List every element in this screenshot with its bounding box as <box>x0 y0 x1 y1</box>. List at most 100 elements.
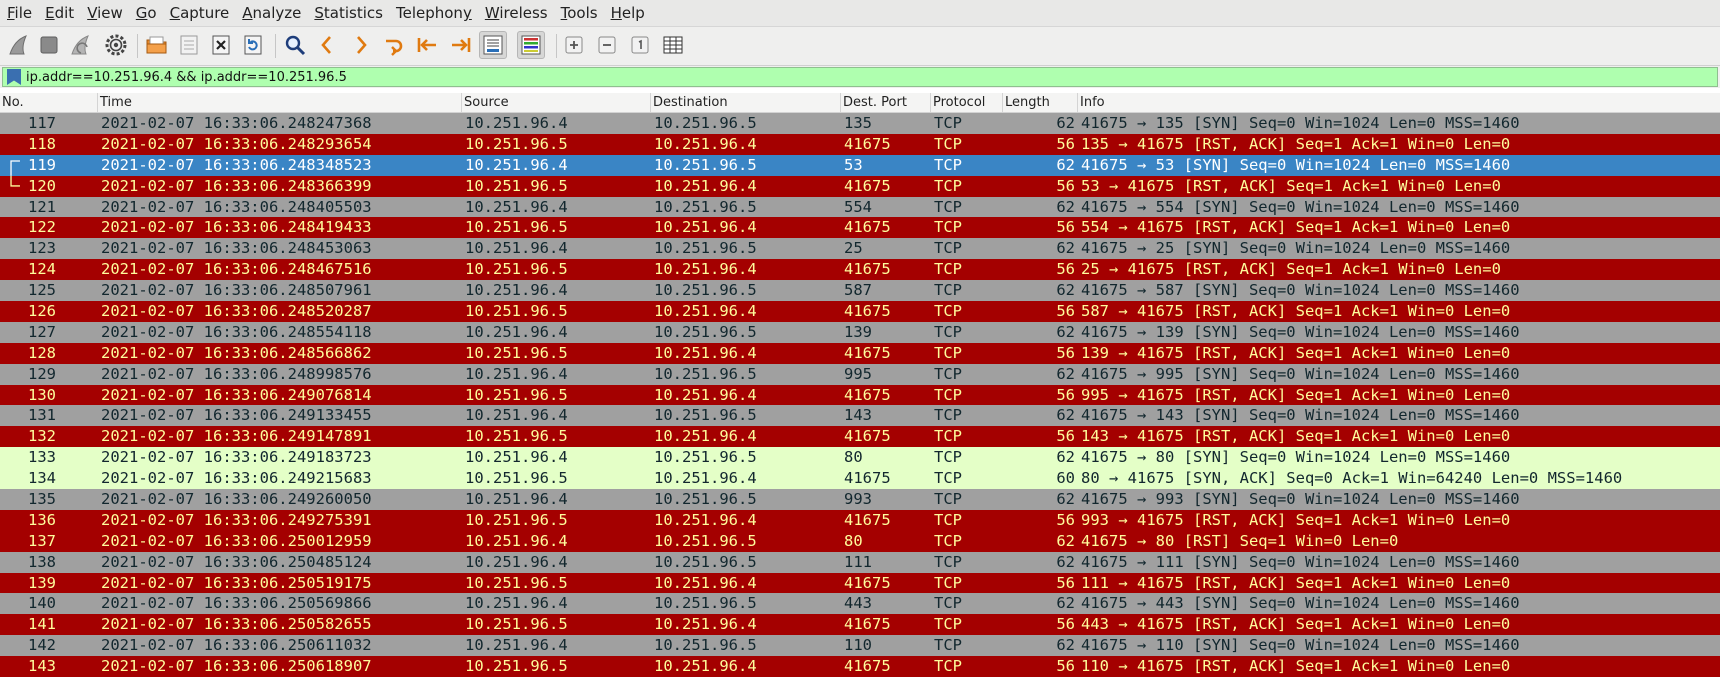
packet-protocol: TCP <box>934 281 962 300</box>
packet-length: 62 <box>1056 239 1075 258</box>
column-header-info[interactable]: Info <box>1078 93 1720 112</box>
packet-no: 131 <box>28 406 56 425</box>
packet-time: 2021-02-07 16:33:06.248348523 <box>101 155 372 174</box>
packet-row[interactable]: 125 2021-02-07 16:33:06.248507961 10.251.9… <box>0 280 1720 302</box>
packet-row[interactable]: 135 2021-02-07 16:33:06.249260050 10.251.9… <box>0 489 1720 510</box>
menu-tools[interactable]: Tools <box>554 0 604 26</box>
packet-protocol: TCP <box>934 114 962 132</box>
packet-row[interactable]: 119 2021-02-07 16:33:06.248348523 10.251.9… <box>0 154 1720 176</box>
packet-destination: 10.251.96.5 <box>654 155 757 174</box>
menu-statistics[interactable]: Statistics <box>307 0 389 26</box>
packet-row[interactable]: 117 2021-02-07 16:33:06.248247368 10.251.9… <box>0 113 1720 134</box>
packet-row[interactable]: 122 2021-02-07 16:33:06.248419433 10.251.9… <box>0 217 1720 239</box>
packet-row[interactable]: 128 2021-02-07 16:33:06.248566862 10.251.9… <box>0 342 1720 364</box>
packet-row[interactable]: 126 2021-02-07 16:33:06.248520287 10.251.9… <box>0 301 1720 322</box>
packet-time: 2021-02-07 16:33:06.248554118 <box>101 322 372 341</box>
column-header-protocol[interactable]: Protocol <box>931 93 1003 112</box>
close-file-icon[interactable] <box>207 31 235 59</box>
normal-size-icon[interactable] <box>626 31 654 59</box>
menu-analyze[interactable]: Analyze <box>235 0 307 26</box>
packet-row[interactable]: 141 2021-02-07 16:33:06.250582655 10.251.9… <box>0 614 1720 636</box>
shark-fin-start-icon[interactable] <box>5 31 33 59</box>
menu-capture[interactable]: Capture <box>163 0 236 26</box>
menu-wireless[interactable]: Wireless <box>478 0 554 26</box>
bookmark-icon[interactable] <box>7 69 21 85</box>
column-header-length[interactable]: Length <box>1003 93 1078 112</box>
packet-row[interactable]: 127 2021-02-07 16:33:06.248554118 10.251.9… <box>0 321 1720 343</box>
packet-dest-port: 41675 <box>844 510 891 529</box>
packet-time: 2021-02-07 16:33:06.249215683 <box>101 469 372 488</box>
packet-row[interactable]: 132 2021-02-07 16:33:06.249147891 10.251.9… <box>0 426 1720 448</box>
packet-source: 10.251.96.4 <box>465 490 568 509</box>
packet-row[interactable]: 130 2021-02-07 16:33:06.249076814 10.251.9… <box>0 384 1720 406</box>
open-folder-icon[interactable] <box>143 31 171 59</box>
display-filter-input[interactable]: ip.addr==10.251.96.4 && ip.addr==10.251.… <box>2 67 1718 87</box>
packet-protocol: TCP <box>934 385 962 404</box>
packet-row[interactable]: 129 2021-02-07 16:33:06.248998576 10.251.9… <box>0 363 1720 385</box>
packet-info: 41675 → 135 [SYN] Seq=0 Win=1024 Len=0 M… <box>1081 114 1520 132</box>
save-file-icon[interactable] <box>175 31 203 59</box>
zoom-in-icon[interactable] <box>560 31 588 59</box>
packet-row[interactable]: 140 2021-02-07 16:33:06.250569866 10.251.9… <box>0 593 1720 615</box>
column-header-no[interactable]: No. <box>0 93 98 112</box>
go-to-packet-icon[interactable] <box>380 31 408 59</box>
packet-protocol: TCP <box>934 260 962 279</box>
search-magnifier-icon[interactable] <box>281 31 309 59</box>
column-header-source[interactable]: Source <box>462 93 651 112</box>
menu-help[interactable]: Help <box>604 0 651 26</box>
packet-length: 56 <box>1056 134 1075 153</box>
packet-row[interactable]: 139 2021-02-07 16:33:06.250519175 10.251.9… <box>0 572 1720 594</box>
packet-row[interactable]: 142 2021-02-07 16:33:06.250611032 10.251.9… <box>0 635 1720 657</box>
menu-telephony[interactable]: Telephony <box>389 0 478 26</box>
packet-no: 136 <box>28 510 56 529</box>
reload-icon[interactable] <box>239 31 267 59</box>
packet-row[interactable]: 124 2021-02-07 16:33:06.248467516 10.251.9… <box>0 259 1720 281</box>
packet-source: 10.251.96.5 <box>465 657 568 676</box>
packet-row[interactable]: 136 2021-02-07 16:33:06.249275391 10.251.9… <box>0 509 1720 531</box>
packet-row[interactable]: 118 2021-02-07 16:33:06.248293654 10.251.9… <box>0 133 1720 155</box>
packet-destination: 10.251.96.4 <box>654 302 757 321</box>
autoscroll-icon[interactable] <box>479 31 507 59</box>
packet-length: 56 <box>1056 657 1075 676</box>
first-packet-icon[interactable] <box>413 31 441 59</box>
packet-row[interactable]: 120 2021-02-07 16:33:06.248366399 10.251.9… <box>0 175 1720 197</box>
column-header-time[interactable]: Time <box>98 93 462 112</box>
packet-info: 554 → 41675 [RST, ACK] Seq=1 Ack=1 Win=0… <box>1081 218 1511 237</box>
packet-source: 10.251.96.4 <box>465 322 568 341</box>
menu-file[interactable]: File <box>0 0 38 26</box>
resize-columns-icon[interactable] <box>659 31 687 59</box>
menu-go[interactable]: Go <box>129 0 163 26</box>
menu-view[interactable]: View <box>80 0 129 26</box>
packet-row[interactable]: 143 2021-02-07 16:33:06.250618907 10.251.9… <box>0 656 1720 678</box>
shark-fin-restart-icon[interactable] <box>67 31 95 59</box>
menu-bar: File Edit View Go Capture Analyze Statis… <box>0 0 1720 27</box>
packet-destination: 10.251.96.4 <box>654 134 757 153</box>
packet-row[interactable]: 121 2021-02-07 16:33:06.248405503 10.251.9… <box>0 196 1720 218</box>
packet-row[interactable]: 138 2021-02-07 16:33:06.250485124 10.251.9… <box>0 551 1720 573</box>
packet-row[interactable]: 137 2021-02-07 16:33:06.250012959 10.251.9… <box>0 530 1720 552</box>
packet-list-header: No. Time Source Destination Dest. Port P… <box>0 93 1720 113</box>
packet-source: 10.251.96.5 <box>465 218 568 237</box>
packet-protocol: TCP <box>934 510 962 529</box>
column-header-destination[interactable]: Destination <box>651 93 841 112</box>
packet-source: 10.251.96.4 <box>465 197 568 216</box>
display-filter-text[interactable]: ip.addr==10.251.96.4 && ip.addr==10.251.… <box>26 70 347 85</box>
packet-info: 41675 → 554 [SYN] Seq=0 Win=1024 Len=0 M… <box>1081 197 1520 216</box>
packet-source: 10.251.96.5 <box>465 510 568 529</box>
packet-destination: 10.251.96.5 <box>654 594 757 613</box>
column-header-dest-port[interactable]: Dest. Port <box>841 93 931 112</box>
colorize-icon[interactable] <box>517 31 545 59</box>
packet-row[interactable]: 131 2021-02-07 16:33:06.249133455 10.251.9… <box>0 405 1720 427</box>
gear-options-icon[interactable] <box>102 31 130 59</box>
packet-row[interactable]: 134 2021-02-07 16:33:06.249215683 10.251.9… <box>0 468 1720 490</box>
packet-row[interactable]: 123 2021-02-07 16:33:06.248453063 10.251.9… <box>0 238 1720 260</box>
packet-protocol: TCP <box>934 406 962 425</box>
go-back-icon[interactable] <box>313 31 341 59</box>
zoom-out-icon[interactable] <box>593 31 621 59</box>
last-packet-icon[interactable] <box>447 31 475 59</box>
packet-row[interactable]: 133 2021-02-07 16:33:06.249183723 10.251.9… <box>0 447 1720 469</box>
menu-edit[interactable]: Edit <box>38 0 80 26</box>
go-forward-icon[interactable] <box>347 31 375 59</box>
packet-length: 56 <box>1056 176 1075 195</box>
stop-square-icon[interactable] <box>35 31 63 59</box>
